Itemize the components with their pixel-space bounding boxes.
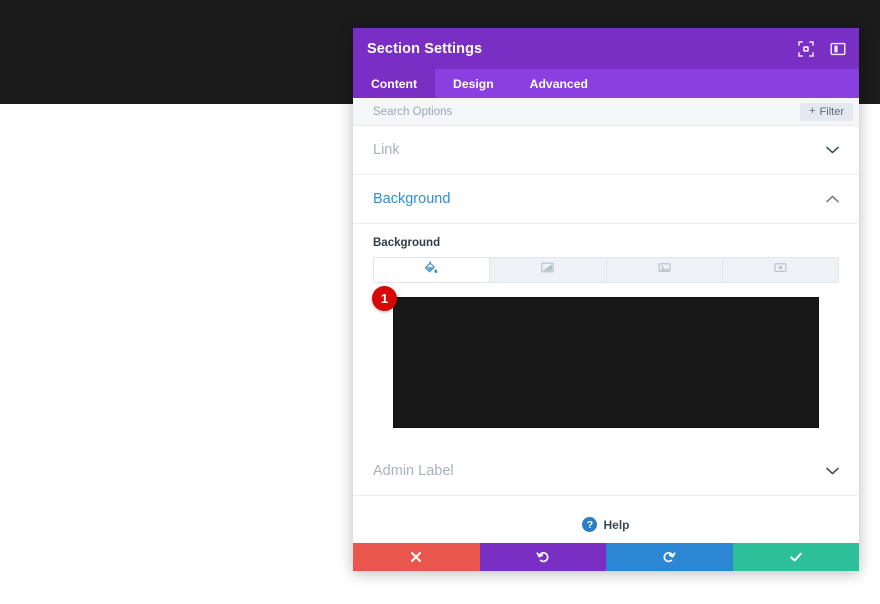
- section-toggle-background-label: Background: [373, 191, 451, 207]
- image-icon: [657, 260, 672, 280]
- panel-title: Section Settings: [367, 40, 483, 57]
- save-button[interactable]: [732, 543, 859, 571]
- video-icon: [773, 260, 788, 280]
- cancel-button[interactable]: [353, 543, 480, 571]
- filter-button-label: Filter: [819, 105, 844, 118]
- tab-design[interactable]: Design: [435, 69, 512, 98]
- step-badge-1: 1: [372, 286, 397, 311]
- filter-button[interactable]: + Filter: [800, 102, 853, 121]
- help-question-icon: ?: [582, 517, 598, 532]
- search-input[interactable]: [373, 98, 801, 125]
- help-button[interactable]: ? Help: [353, 496, 859, 532]
- chevron-down-icon: [825, 467, 839, 476]
- background-type-tabs: [373, 257, 839, 283]
- undo-button[interactable]: [479, 543, 606, 571]
- chevron-down-icon: [825, 146, 839, 155]
- section-toggle-link[interactable]: Link: [353, 126, 859, 175]
- background-video-tab[interactable]: [722, 257, 839, 283]
- panel-footer: [353, 543, 859, 571]
- paint-bucket-icon: [424, 260, 439, 280]
- page-root: Section Settings Content Design Advanced…: [0, 0, 880, 604]
- redo-button[interactable]: [606, 543, 733, 571]
- background-color-swatch[interactable]: [393, 297, 819, 428]
- section-settings-panel: Section Settings Content Design Advanced…: [353, 28, 859, 571]
- focus-target-icon[interactable]: [796, 39, 815, 58]
- panel-body: Link Background Background 1 Admin Label…: [353, 126, 859, 543]
- chevron-up-icon: [825, 195, 839, 204]
- check-icon: [788, 550, 803, 565]
- background-gradient-tab[interactable]: [490, 257, 607, 283]
- section-toggle-background[interactable]: Background: [353, 175, 859, 224]
- redo-arrow-icon: [662, 550, 677, 565]
- background-option-group: Background 1: [353, 224, 859, 447]
- undo-arrow-icon: [535, 550, 550, 565]
- panel-tab-bar: Content Design Advanced: [353, 69, 859, 98]
- option-group-spacer: [373, 428, 839, 447]
- tab-advanced[interactable]: Advanced: [512, 69, 606, 98]
- tab-content[interactable]: Content: [353, 69, 436, 98]
- gradient-icon: [540, 260, 555, 280]
- section-toggle-admin-label-label: Admin Label: [373, 463, 454, 479]
- close-x-icon: [409, 550, 424, 565]
- background-field-label: Background: [373, 237, 441, 249]
- background-color-tab[interactable]: [373, 257, 491, 283]
- plus-icon: +: [809, 105, 816, 117]
- panel-header: Section Settings: [353, 28, 859, 69]
- search-row: + Filter: [353, 98, 859, 126]
- panel-layout-icon[interactable]: [828, 39, 847, 58]
- background-image-tab[interactable]: [606, 257, 723, 283]
- help-label: Help: [603, 517, 630, 532]
- section-toggle-admin-label[interactable]: Admin Label: [353, 447, 859, 496]
- section-toggle-link-label: Link: [373, 142, 400, 158]
- background-color-swatch-wrap: 1: [372, 286, 819, 428]
- panel-header-actions: [796, 39, 847, 58]
